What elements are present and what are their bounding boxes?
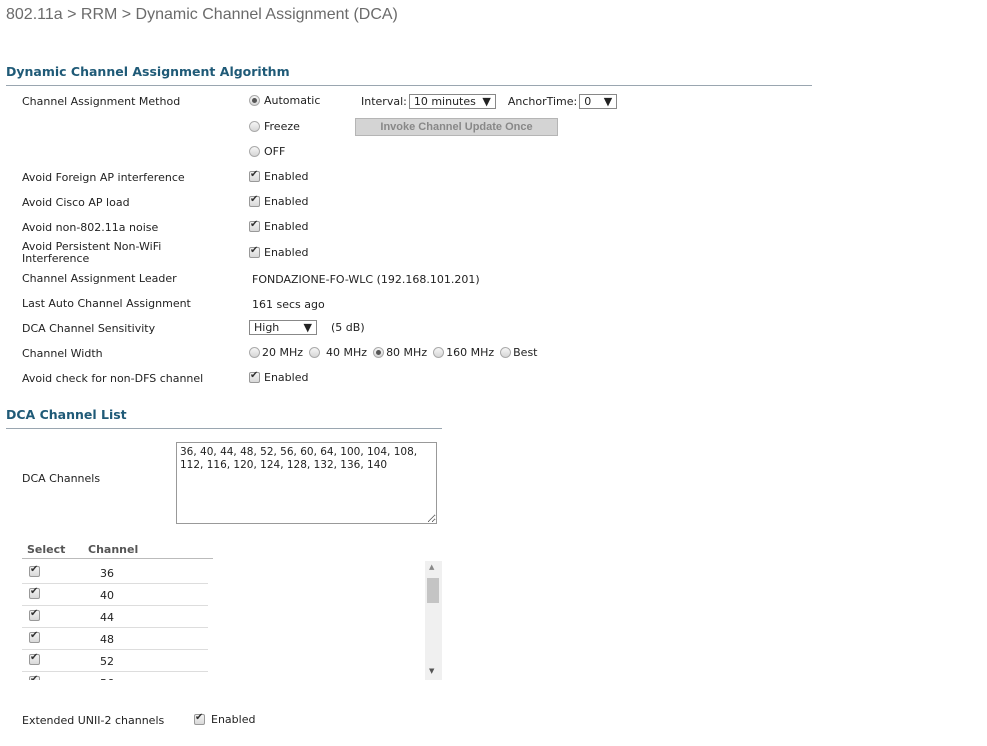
avoid-noise-label: Avoid non-802.11a noise [22, 221, 159, 234]
channel-number: 48 [100, 633, 114, 646]
channel-list-heading: DCA Channel List [6, 407, 127, 422]
checkbox[interactable] [249, 370, 260, 383]
column-channel: Channel [88, 543, 139, 556]
table-row: 36 [22, 561, 208, 584]
dca-channels-label: DCA Channels [22, 472, 101, 485]
radio-80mhz[interactable] [373, 347, 385, 358]
anchor-value: 0 [584, 95, 592, 108]
enabled-label: Enabled [264, 195, 309, 208]
radio-off[interactable] [249, 146, 260, 157]
sensitivity-label: DCA Channel Sensitivity [22, 322, 156, 335]
leader-label: Channel Assignment Leader [22, 272, 177, 285]
column-select: Select [27, 543, 66, 556]
nondfs-checkbox[interactable]: Enabled [249, 370, 309, 384]
sensitivity-db: (5 dB) [331, 321, 365, 334]
avoid-persistent-checkbox[interactable]: Enabled [249, 245, 309, 259]
unii-label: Extended UNII-2 channels [22, 714, 165, 727]
radio-label: OFF [264, 145, 286, 158]
radio-40mhz[interactable] [309, 347, 321, 358]
radio-label: 20 MHz [262, 346, 304, 359]
divider [22, 558, 213, 559]
checkbox[interactable] [249, 194, 260, 207]
channel-checkbox[interactable] [29, 630, 40, 643]
avoid-foreign-checkbox[interactable]: Enabled [249, 169, 309, 183]
table-row: 48 [22, 627, 208, 650]
radio-best[interactable] [500, 347, 512, 358]
scroll-up-icon[interactable]: ▲ [429, 563, 434, 571]
dropdown-arrow-icon: ▼ [482, 95, 491, 108]
radio-20mhz[interactable] [249, 347, 260, 358]
dca-channels-textarea[interactable] [176, 442, 437, 524]
enabled-label: Enabled [264, 220, 309, 233]
table-row: 44 [22, 605, 208, 628]
anchor-label: AnchorTime: [507, 95, 578, 108]
avoid-persistent-label: Avoid Persistent Non-WiFi Interference [22, 240, 162, 265]
channel-table: 36 40 44 48 52 56 [0, 561, 230, 680]
enabled-label: Enabled [264, 371, 309, 384]
method-label: Channel Assignment Method [22, 95, 181, 108]
channel-width-label: Channel Width [22, 347, 103, 360]
table-row: 52 [22, 649, 208, 672]
enabled-label: Enabled [264, 170, 309, 183]
algorithm-heading: Dynamic Channel Assignment Algorithm [6, 64, 290, 79]
checkbox[interactable] [249, 219, 260, 232]
channel-number: 40 [100, 589, 114, 602]
invoke-channel-update-button[interactable]: Invoke Channel Update Once [355, 118, 558, 136]
nondfs-label: Avoid check for non-DFS channel [22, 372, 204, 385]
channel-number: 36 [100, 567, 114, 580]
radio-label: 40 MHz [326, 346, 368, 359]
channel-checkbox[interactable] [29, 674, 40, 680]
radio-label: 160 MHz [446, 346, 495, 359]
breadcrumb: 802.11a > RRM > Dynamic Channel Assignme… [6, 6, 398, 23]
radio-freeze[interactable] [249, 121, 260, 132]
method-freeze[interactable]: Freeze [249, 120, 300, 133]
method-automatic[interactable]: Automatic [249, 94, 320, 107]
avoid-foreign-label: Avoid Foreign AP interference [22, 171, 185, 184]
sensitivity-select[interactable]: High ▼ [249, 320, 317, 335]
channel-checkbox[interactable] [29, 608, 40, 621]
scrollbar[interactable]: ▲ ▼ [425, 561, 442, 680]
checkbox[interactable] [249, 245, 260, 258]
radio-label: Best [513, 346, 538, 359]
dropdown-arrow-icon: ▼ [603, 95, 613, 108]
radio-label: Automatic [264, 94, 321, 107]
table-row: 56 [22, 671, 208, 680]
radio-160mhz[interactable] [433, 347, 445, 358]
last-assignment-label: Last Auto Channel Assignment [22, 297, 191, 310]
avoid-cisco-label: Avoid Cisco AP load [22, 196, 130, 209]
enabled-label: Enabled [264, 246, 309, 259]
avoid-cisco-checkbox[interactable]: Enabled [249, 194, 309, 208]
last-assignment-value: 161 secs ago [252, 298, 325, 311]
anchor-select[interactable]: 0 ▼ [579, 94, 618, 109]
checkbox[interactable] [194, 712, 205, 725]
table-row: 40 [22, 583, 208, 606]
channel-number: 52 [100, 655, 114, 668]
channel-number: 56 [100, 677, 114, 680]
radio-label: Freeze [264, 120, 300, 133]
leader-value: FONDAZIONE-FO-WLC (192.168.101.201) [252, 273, 480, 286]
scroll-down-icon[interactable]: ▼ [429, 667, 434, 675]
dropdown-arrow-icon: ▼ [303, 321, 312, 334]
scrollbar-thumb[interactable] [427, 578, 439, 603]
interval-value: 10 minutes [413, 95, 476, 108]
sensitivity-value: High [254, 321, 280, 334]
radio-label: 80 MHz [386, 346, 428, 359]
divider [6, 428, 442, 429]
interval-select[interactable]: 10 minutes ▼ [408, 94, 496, 109]
channel-checkbox[interactable] [29, 564, 40, 577]
channel-number: 44 [100, 611, 114, 624]
interval-label: Interval: [361, 95, 407, 108]
avoid-noise-checkbox[interactable]: Enabled [249, 219, 309, 233]
channel-checkbox[interactable] [29, 652, 40, 665]
method-off[interactable]: OFF [249, 145, 285, 158]
channel-width-group: 20 MHz 40 MHz 80 MHz 160 MHz Best [249, 346, 537, 359]
checkbox[interactable] [249, 169, 260, 182]
radio-automatic[interactable] [249, 95, 260, 106]
divider [6, 85, 812, 86]
enabled-label: Enabled [211, 713, 256, 726]
channel-checkbox[interactable] [29, 586, 40, 599]
unii-checkbox[interactable]: Enabled [194, 712, 256, 726]
